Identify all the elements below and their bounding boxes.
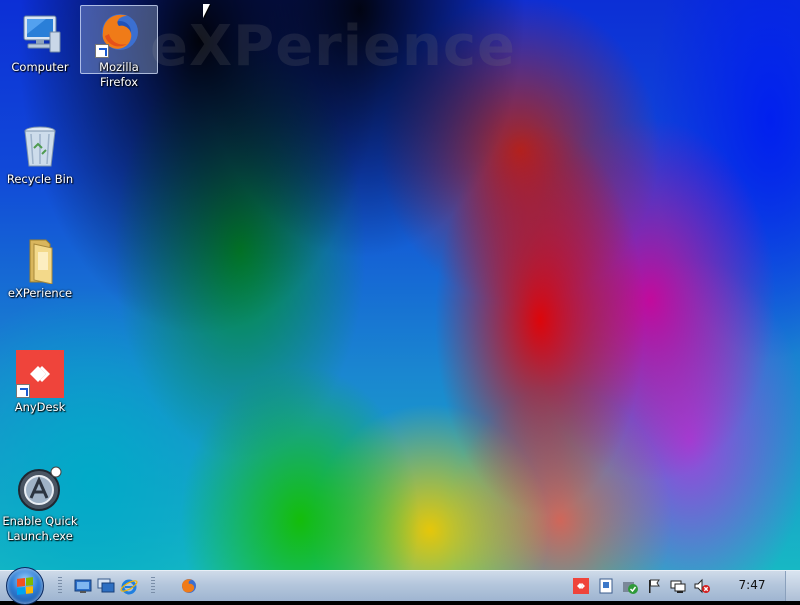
internet-explorer-icon[interactable] — [120, 577, 138, 595]
show-desktop-button[interactable] — [785, 571, 800, 601]
recycle-bin-icon — [16, 122, 64, 170]
computer-icon — [16, 10, 64, 58]
firefox-taskbar-button[interactable] — [180, 577, 198, 595]
folder-icon — [16, 236, 64, 285]
desktop-icon-label: Computer — [11, 60, 69, 74]
desktop-icon-label: Mozilla Firefox — [99, 60, 139, 89]
mouse-cursor — [203, 4, 210, 18]
show-desktop-icon[interactable] — [74, 577, 92, 595]
desktop-icon-label: eXPerience — [7, 286, 73, 300]
toolbar-grip[interactable] — [58, 577, 62, 595]
desktop-icon-experience-folder[interactable]: eXPerience — [1, 232, 79, 304]
desktop-icon-label: Recycle Bin — [6, 172, 74, 186]
document-tray-icon[interactable] — [598, 578, 614, 594]
anydesk-icon — [16, 350, 64, 398]
desktop-icon-enable-quick-launch[interactable]: Enable Quick Launch.exe — [1, 460, 79, 548]
shortcut-arrow-icon — [16, 384, 30, 398]
start-button[interactable] — [6, 567, 44, 605]
network-icon[interactable] — [670, 578, 686, 594]
desktop-icon-label: AnyDesk — [14, 400, 66, 414]
shortcut-arrow-icon — [95, 44, 109, 58]
taskbar-clock[interactable]: 7:47 — [730, 578, 774, 592]
desktop-icon-mozilla-firefox[interactable]: Mozilla Firefox — [80, 5, 158, 89]
volume-muted-icon[interactable] — [694, 578, 710, 594]
desktop-icon-computer[interactable]: Computer — [1, 6, 79, 78]
anydesk-tray-icon[interactable] — [573, 578, 589, 594]
security-tray-icon[interactable] — [622, 578, 638, 594]
desktop-icon-anydesk[interactable]: AnyDesk — [1, 346, 79, 418]
switch-windows-icon[interactable] — [97, 577, 115, 595]
firefox-icon — [95, 10, 143, 58]
taskbar: 7:47 — [0, 567, 800, 605]
quick-launch-icon — [16, 464, 64, 512]
windows-logo-icon — [17, 577, 33, 595]
toolbar-grip[interactable] — [151, 577, 155, 595]
desktop-icon-label: Enable Quick Launch.exe — [2, 514, 78, 543]
desktop-icon-recycle-bin[interactable]: Recycle Bin — [1, 118, 79, 190]
wallpaper-watermark: eXPerience — [150, 14, 517, 79]
action-center-flag-icon[interactable] — [646, 578, 662, 594]
